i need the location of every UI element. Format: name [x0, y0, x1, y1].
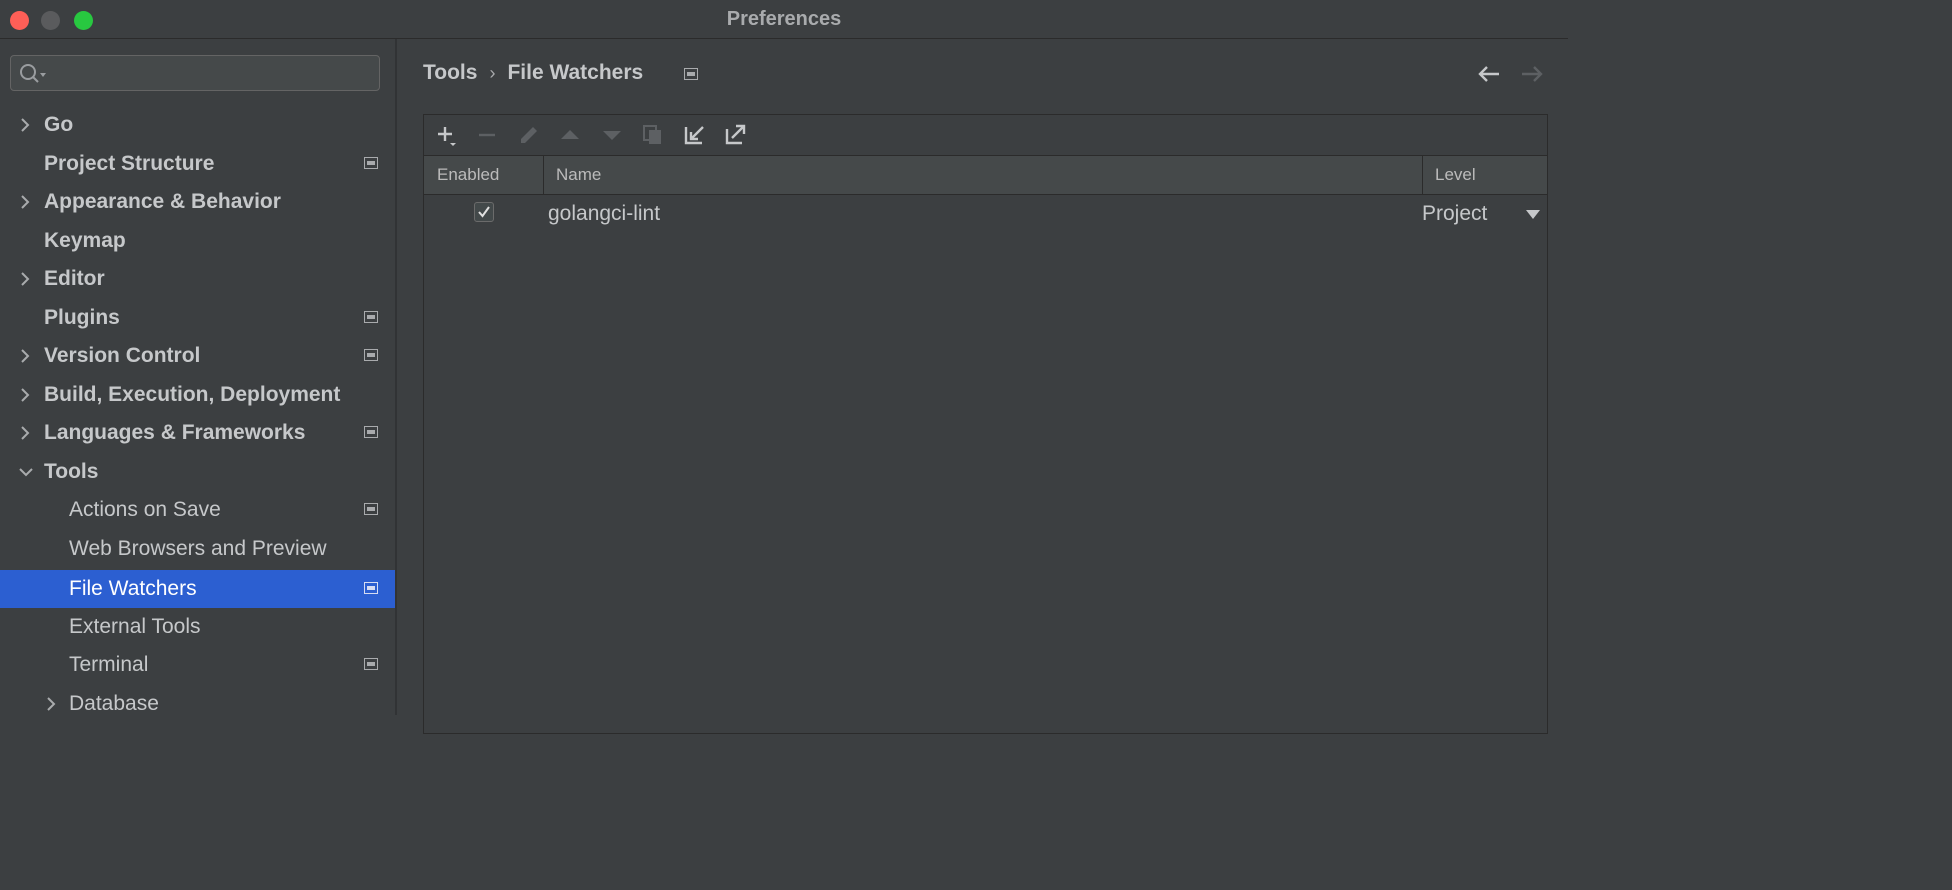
settings-content: Tools › File Watchers Enabled Name Level g… [397, 39, 1568, 734]
project-level-icon [684, 68, 698, 80]
project-level-icon [364, 157, 378, 169]
sidebar-item-label: Version Control [44, 344, 201, 367]
chevron-right-icon[interactable] [20, 183, 34, 221]
remove-icon[interactable] [475, 123, 499, 147]
export-icon[interactable] [724, 123, 748, 147]
settings-search-input[interactable] [10, 55, 380, 91]
enabled-checkbox[interactable] [474, 202, 494, 222]
sidebar-item-appearance-behavior[interactable]: Appearance & Behavior [0, 183, 395, 221]
sidebar-item-tools[interactable]: Tools [0, 453, 395, 491]
sidebar-item-external-tools[interactable]: External Tools [0, 608, 395, 646]
sidebar-item-database[interactable]: Database [0, 685, 395, 715]
dropdown-arrow-icon[interactable] [1526, 210, 1540, 219]
sidebar-item-web-browsers-preview[interactable]: Web Browsers and Preview [0, 530, 395, 568]
sidebar-item-label: Languages & Frameworks [44, 421, 306, 444]
sidebar-item-label: Web Browsers and Preview [69, 537, 327, 560]
chevron-down-icon[interactable] [19, 453, 33, 491]
sidebar-item-file-watchers[interactable]: File Watchers [0, 570, 395, 608]
sidebar-item-label: Appearance & Behavior [44, 190, 281, 213]
breadcrumb-parent[interactable]: Tools [423, 61, 477, 84]
sidebar-item-build-execution-deployment[interactable]: Build, Execution, Deployment [0, 376, 395, 414]
sidebar-item-editor[interactable]: Editor [0, 260, 395, 298]
file-watchers-panel: Enabled Name Level golangci-lint Project [423, 114, 1548, 734]
sidebar-item-keymap[interactable]: Keymap [0, 222, 395, 260]
checkmark-icon [478, 206, 490, 218]
column-header-name[interactable]: Name [543, 156, 601, 194]
back-arrow-icon[interactable] [1477, 64, 1501, 84]
table-header: Enabled Name Level [424, 156, 1547, 195]
chevron-right-icon[interactable] [20, 337, 34, 375]
sidebar-item-label: Project Structure [44, 152, 215, 175]
table-row[interactable]: golangci-lint Project [424, 195, 1547, 233]
sidebar-item-label: Keymap [44, 229, 126, 252]
sidebar-item-project-structure[interactable]: Project Structure [0, 145, 395, 183]
sidebar-item-label: External Tools [69, 615, 201, 638]
column-header-enabled[interactable]: Enabled [437, 156, 499, 194]
move-up-icon[interactable] [558, 123, 582, 147]
copy-icon[interactable] [641, 123, 665, 147]
level-select[interactable]: Project [1422, 195, 1487, 233]
sidebar-item-label: Database [69, 692, 159, 715]
sidebar-item-label: Terminal [69, 653, 149, 676]
title-bar: Preferences [0, 0, 1568, 39]
breadcrumb-current: File Watchers [507, 61, 644, 84]
project-level-icon [364, 349, 378, 361]
column-header-level[interactable]: Level [1422, 156, 1476, 194]
window-title: Preferences [726, 8, 842, 30]
chevron-right-icon[interactable] [20, 376, 34, 414]
sidebar-item-label: Tools [44, 460, 99, 483]
move-down-icon[interactable] [600, 123, 624, 147]
watcher-name: golangci-lint [548, 202, 661, 225]
project-level-icon [364, 311, 378, 323]
settings-sidebar: Go Project Structure Appearance & Behavi… [0, 39, 397, 715]
watchers-toolbar [424, 115, 1547, 156]
sidebar-item-version-control[interactable]: Version Control [0, 337, 395, 375]
chevron-right-icon[interactable] [20, 260, 34, 298]
search-icon[interactable] [19, 63, 49, 85]
sidebar-item-label: Go [44, 113, 74, 136]
forward-arrow-icon[interactable] [1520, 64, 1544, 84]
project-level-icon [364, 582, 378, 594]
project-level-icon [364, 658, 378, 670]
project-level-icon [364, 503, 378, 515]
sidebar-item-label: Editor [44, 267, 105, 290]
chevron-right-icon[interactable] [20, 106, 34, 144]
sidebar-item-label: Plugins [44, 306, 120, 329]
edit-icon[interactable] [517, 123, 541, 147]
chevron-right-icon[interactable] [20, 414, 34, 452]
breadcrumb: Tools › File Watchers [423, 61, 643, 85]
add-icon[interactable] [434, 123, 458, 147]
sidebar-item-label: Build, Execution, Deployment [44, 383, 341, 406]
sidebar-item-terminal[interactable]: Terminal [0, 646, 395, 684]
breadcrumb-separator: › [489, 63, 496, 83]
sidebar-item-label: File Watchers [69, 577, 197, 600]
sidebar-item-go[interactable]: Go [0, 106, 395, 144]
project-level-icon [364, 426, 378, 438]
sidebar-item-actions-on-save[interactable]: Actions on Save [0, 491, 395, 529]
import-icon[interactable] [683, 123, 707, 147]
sidebar-item-languages-frameworks[interactable]: Languages & Frameworks [0, 414, 395, 452]
chevron-right-icon[interactable] [46, 685, 60, 715]
sidebar-item-plugins[interactable]: Plugins [0, 299, 395, 337]
sidebar-item-label: Actions on Save [69, 498, 221, 521]
